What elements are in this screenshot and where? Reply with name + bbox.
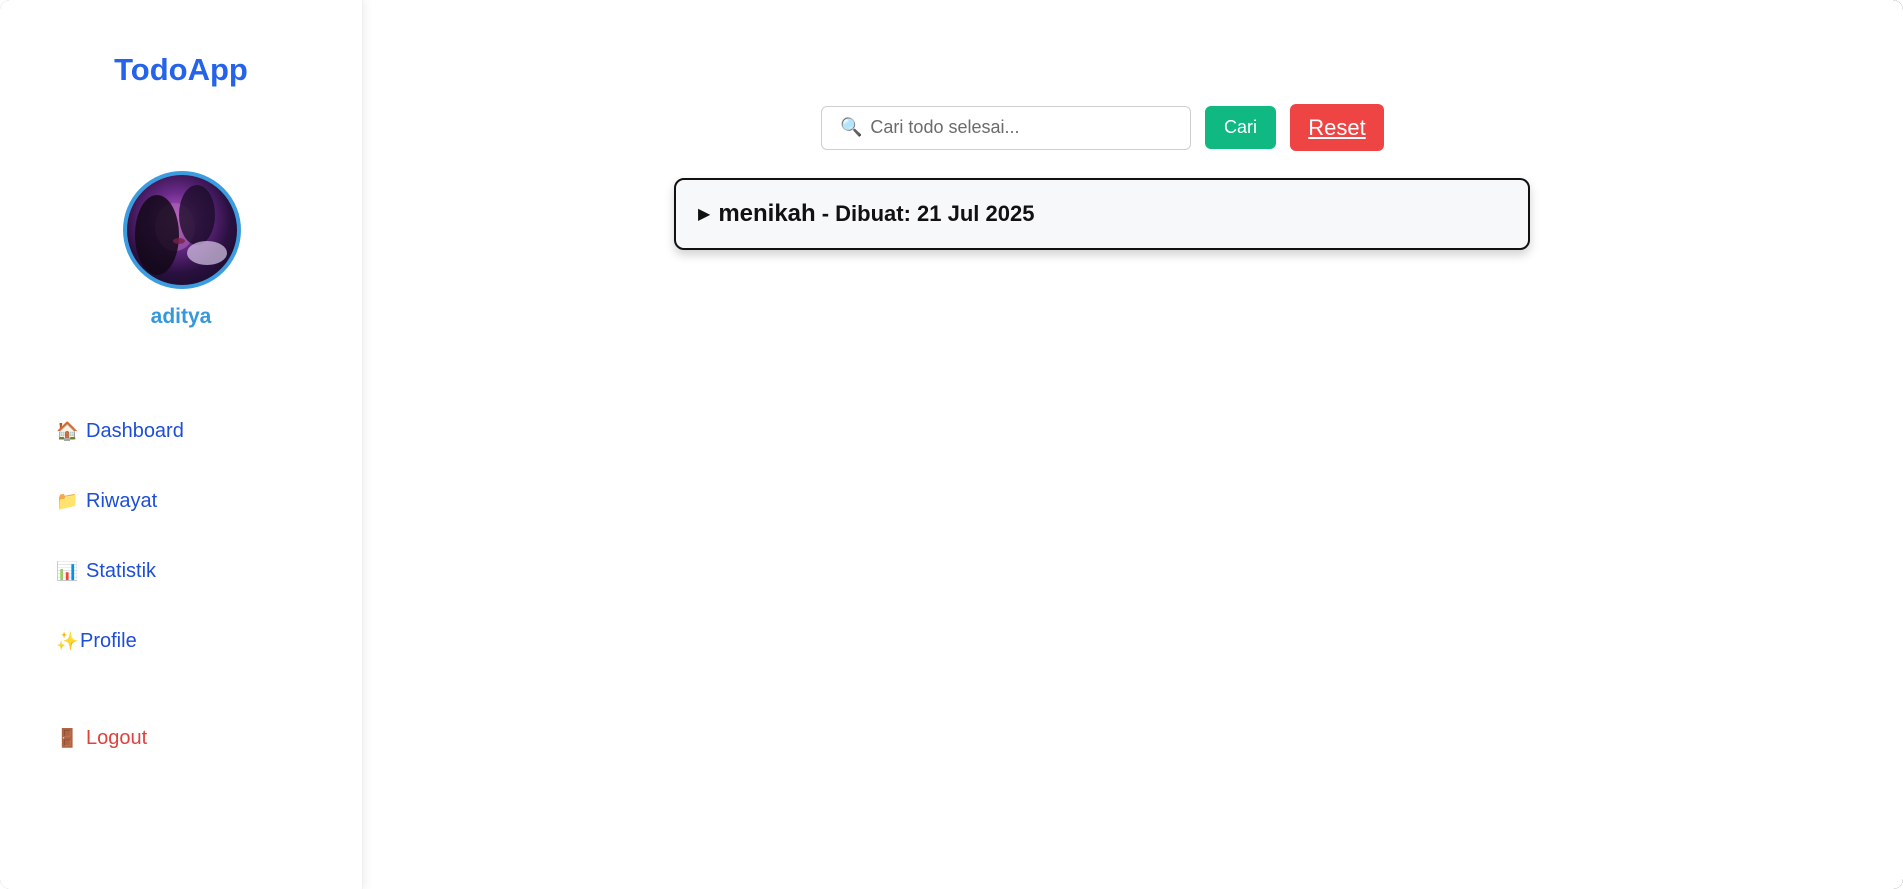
logout-label: Logout: [86, 727, 148, 749]
username: aditya: [150, 305, 212, 328]
house-icon: 🏠: [56, 421, 79, 441]
sidebar-item-label: Profile: [80, 630, 137, 652]
door-icon: 🚪: [56, 728, 79, 748]
sidebar-item-profile[interactable]: ✨ Profile: [56, 630, 137, 653]
avatar[interactable]: [123, 171, 241, 289]
sidebar-item-riwayat[interactable]: 📁 Riwayat: [56, 490, 157, 513]
sidebar-item-label: Riwayat: [86, 490, 158, 512]
todo-created-date: - Dibuat: 21 Jul 2025: [821, 201, 1035, 226]
sparkles-icon: ✨: [56, 631, 79, 651]
todo-item[interactable]: ▶ menikah - Dibuat: 21 Jul 2025: [674, 178, 1530, 250]
bar-chart-icon: 📊: [56, 561, 79, 581]
app-brand[interactable]: TodoApp: [0, 52, 362, 88]
expand-triangle-icon[interactable]: ▶: [698, 204, 710, 224]
logout-link[interactable]: 🚪 Logout: [56, 727, 147, 750]
reset-button[interactable]: Reset: [1290, 104, 1384, 151]
search-field[interactable]: 🔍: [821, 105, 1191, 150]
avatar-image: [135, 185, 227, 275]
magnifier-icon: 🔍: [840, 117, 863, 137]
search-button[interactable]: Cari: [1205, 106, 1276, 149]
sidebar-item-dashboard[interactable]: 🏠 Dashboard: [56, 420, 184, 443]
sidebar: TodoApp aditya 🏠 Dashboard 📁 Riwayat 📊 S…: [0, 0, 363, 889]
search-form: 🔍 Cari Reset: [821, 104, 1384, 151]
todo-title: menikah: [718, 200, 816, 227]
sidebar-item-label: Dashboard: [86, 420, 184, 442]
search-input[interactable]: [868, 116, 1173, 139]
sidebar-item-statistik[interactable]: 📊 Statistik: [56, 560, 156, 583]
app-content: TodoApp aditya 🏠 Dashboard 📁 Riwayat 📊 S…: [0, 0, 1903, 889]
app-window: TodoApp aditya 🏠 Dashboard 📁 Riwayat 📊 S…: [0, 0, 1903, 889]
folder-icon: 📁: [56, 491, 79, 511]
sidebar-item-label: Statistik: [86, 560, 157, 582]
